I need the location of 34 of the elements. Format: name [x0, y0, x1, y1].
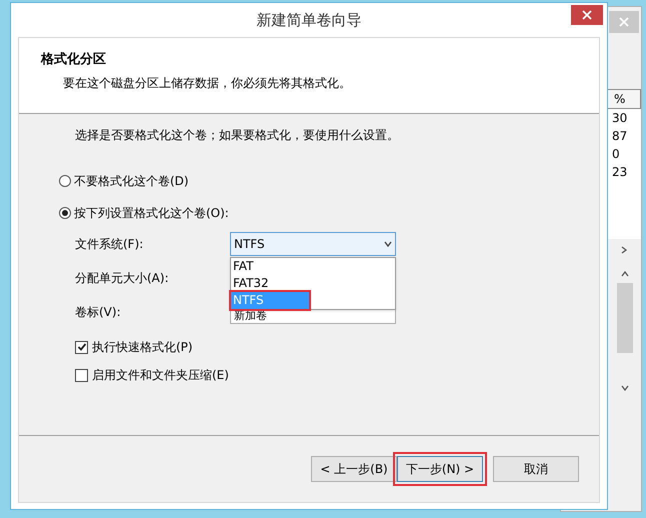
header-subtitle: 要在这个磁盘分区上储存数据，你必须先将其格式化。 [62, 74, 352, 92]
field-label: 分配单元大小(A): [75, 270, 170, 287]
field-label: 卷标(V): [75, 304, 122, 321]
chevron-right-icon [621, 246, 627, 254]
radio-label[interactable]: 按下列设置格式化这个卷(O): [74, 204, 229, 222]
wizard-button[interactable]: < 上一步(B) [311, 456, 397, 482]
chevron-up-icon [620, 271, 628, 277]
checkbox-label[interactable]: 启用文件和文件夹压缩(E) [92, 366, 229, 384]
column-header[interactable]: % [607, 89, 641, 109]
dropdown-option[interactable]: FAT [231, 258, 395, 275]
header-title: 格式化分区 [41, 51, 107, 69]
radio-label[interactable]: 不要格式化这个卷(D) [74, 172, 189, 190]
file-system-dropdown[interactable]: NTFS [230, 232, 396, 256]
close-button[interactable] [571, 5, 603, 25]
checkbox-label[interactable]: 执行快速格式化(P) [92, 338, 193, 356]
field-label: 文件系统(F): [75, 236, 144, 253]
wizard-button[interactable]: 取消 [493, 456, 579, 482]
window-title: 新建简单卷向导 [256, 10, 362, 31]
radio-button[interactable] [59, 175, 71, 187]
checkbox[interactable] [75, 340, 88, 354]
table-cell-text: 30 [611, 110, 628, 127]
table-cell-text: 0 [611, 146, 621, 163]
scroll-thumb[interactable] [616, 283, 632, 353]
prompt-text: 选择是否要格式化这个卷；如果要格式化，要使用什么设置。 [75, 127, 400, 144]
table-cell-text: 23 [611, 164, 628, 181]
chevron-down-icon [384, 241, 392, 247]
close-icon [619, 17, 629, 27]
chevron-down-icon [620, 385, 628, 391]
checkbox[interactable] [75, 368, 88, 382]
radio-button[interactable] [59, 207, 71, 219]
table-cell-text: 87 [611, 128, 628, 145]
checkmark-icon [76, 342, 86, 352]
dropdown-option[interactable]: FAT32 [231, 275, 395, 292]
close-icon [582, 10, 592, 20]
